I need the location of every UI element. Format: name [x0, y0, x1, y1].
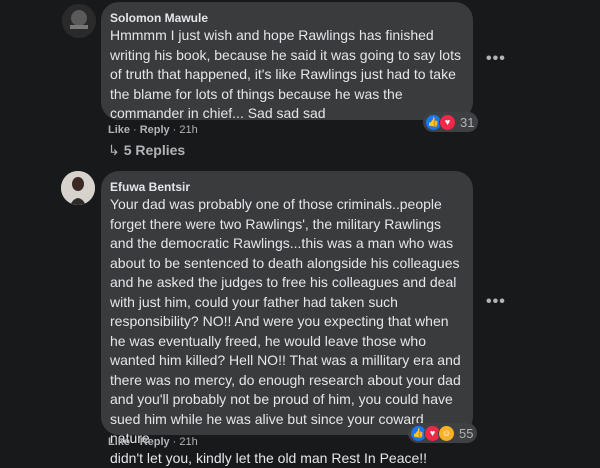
- like-button[interactable]: Like: [108, 436, 130, 448]
- comment-text-line: writing his book, because he said it was…: [110, 46, 463, 66]
- comment-text-line: commander in chief... Sad sad sad: [110, 104, 463, 124]
- comment-author[interactable]: Solomon Mawule: [110, 10, 463, 26]
- comment-text-line: Hmmmm I just wish and hope Rawlings has …: [110, 26, 463, 46]
- comment-author[interactable]: Efuwa Bentsir: [110, 179, 463, 195]
- comment-text-line: forget there were two Rawlings', the mil…: [110, 215, 463, 235]
- comment-text-line: and the democratic Rawlings...this was a…: [110, 234, 463, 254]
- comment-bubble: Solomon Mawule Hmmmm I just wish and hop…: [101, 2, 473, 120]
- comment-actions: Like·Reply·21h: [108, 124, 198, 136]
- replies-label: 5 Replies: [124, 142, 185, 158]
- comment-bubble: Efuwa Bentsir Your dad was probably one …: [101, 171, 473, 435]
- comment-text: Hmmmm I just wish and hope Rawlings has …: [110, 26, 463, 124]
- comment-text-line: Your dad was probably one of those crimi…: [110, 195, 463, 215]
- avatar[interactable]: [62, 4, 96, 38]
- reply-button[interactable]: Reply: [140, 124, 170, 136]
- comment-timestamp[interactable]: 21h: [179, 436, 197, 448]
- reply-arrow-icon: ↳: [108, 142, 120, 158]
- comment-text-line: there was no mercy, do enough research a…: [110, 371, 463, 391]
- reaction-summary[interactable]: 👍 ♥ ☺ 55: [408, 423, 477, 443]
- reaction-count: 55: [459, 426, 473, 441]
- comment-text-line: and you'll probably not be proud of him,…: [110, 390, 463, 410]
- comment-actions: Like·Reply·21h: [108, 436, 198, 448]
- comment-text-line: of truth that happened, it's like Rawlin…: [110, 65, 463, 85]
- reply-button[interactable]: Reply: [140, 436, 170, 448]
- comment-text-line: about to be sentenced to death alongside…: [110, 254, 463, 274]
- view-replies-link[interactable]: ↳5 Replies: [108, 142, 185, 159]
- comment-text-line: he was eventually freed, he would leave …: [110, 332, 463, 352]
- more-options-icon[interactable]: •••: [486, 50, 506, 68]
- comment-text-line: with just him, could your father had tak…: [110, 293, 463, 313]
- comment-timestamp[interactable]: 21h: [179, 124, 197, 136]
- reaction-summary[interactable]: 👍 ♥ 31: [423, 112, 478, 132]
- comment-text-line: responsibility? NO!! And were you expect…: [110, 312, 463, 332]
- more-options-icon[interactable]: •••: [486, 293, 506, 311]
- comment-text-line: the blame for lots of things because he …: [110, 85, 463, 105]
- reaction-count: 31: [460, 115, 474, 130]
- comment-text-line: didn't let you, kindly let the old man R…: [110, 449, 463, 468]
- haha-icon: ☺: [438, 425, 455, 442]
- comment-text-line: and he asked the judges to free his coll…: [110, 273, 463, 293]
- like-button[interactable]: Like: [108, 124, 130, 136]
- comment-text-line: wanted him killed? Hell NO!! That was a …: [110, 351, 463, 371]
- avatar[interactable]: [61, 171, 95, 205]
- love-icon: ♥: [439, 114, 456, 131]
